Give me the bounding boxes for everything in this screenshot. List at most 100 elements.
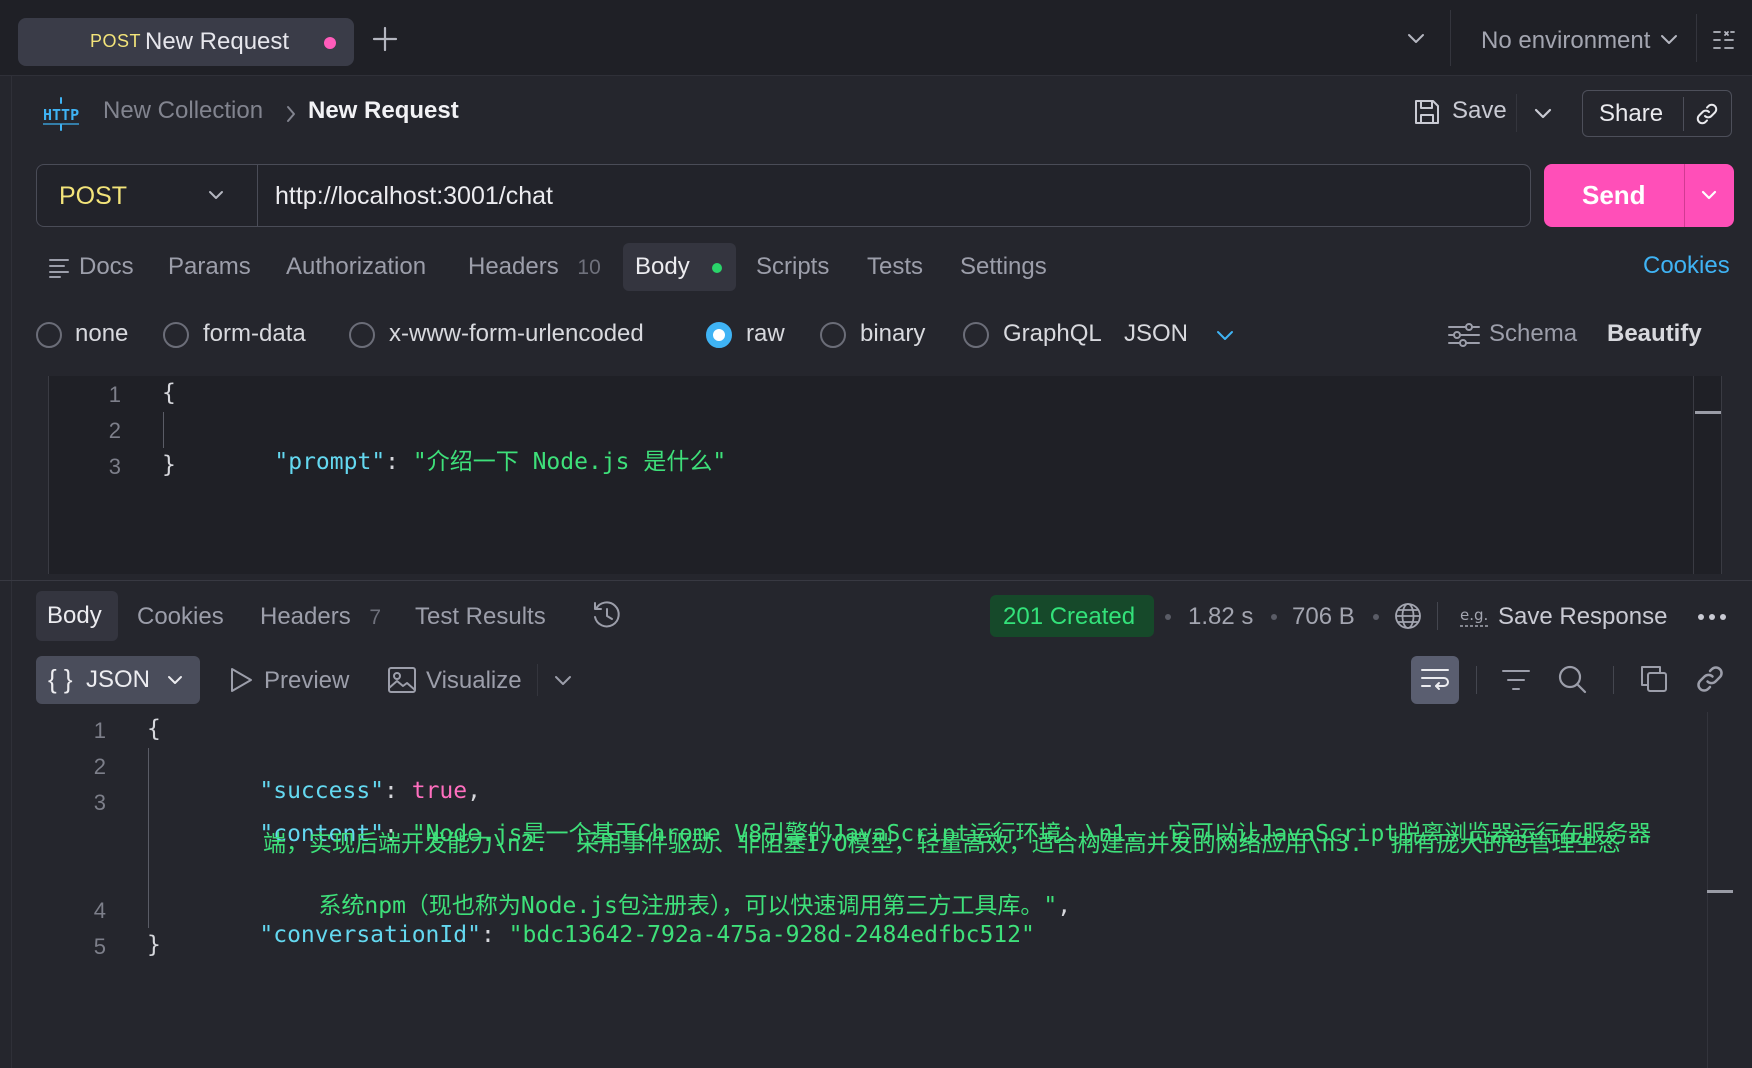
environment-settings-icon[interactable] <box>1712 28 1736 52</box>
response-tab-test-results[interactable]: Test Results <box>415 603 546 631</box>
tab-new-request[interactable]: POST New Request <box>18 18 354 66</box>
tab-headers-count: 10 <box>577 256 601 279</box>
radio-urlencoded[interactable] <box>349 322 375 348</box>
language-selector[interactable]: JSON <box>1124 320 1188 348</box>
schema-icon[interactable] <box>1447 321 1481 349</box>
radio-urlencoded-label[interactable]: x-www-form-urlencoded <box>389 320 644 348</box>
share-divider <box>1683 97 1684 131</box>
panel-divider[interactable] <box>0 580 1752 581</box>
schema-button[interactable]: Schema <box>1489 320 1577 348</box>
toolbar-divider <box>537 664 538 696</box>
radio-raw-label[interactable]: raw <box>746 320 785 348</box>
save-response-button[interactable]: Save Response <box>1498 603 1667 631</box>
code-close-brace: } <box>162 452 176 478</box>
more-options-icon[interactable] <box>1697 613 1727 621</box>
method-chevron-icon[interactable] <box>207 189 225 201</box>
indent-guide <box>163 412 164 448</box>
method-selector[interactable]: POST <box>59 182 127 211</box>
radio-raw[interactable] <box>706 322 732 348</box>
body-active-dot <box>712 263 722 273</box>
line-number: 1 <box>108 382 121 407</box>
response-tab-cookies[interactable]: Cookies <box>137 603 224 631</box>
svg-text:HTTP: HTTP <box>43 106 79 124</box>
play-icon[interactable] <box>228 666 254 694</box>
radio-none-label[interactable]: none <box>75 320 128 348</box>
response-format-selector[interactable]: { } JSON <box>36 656 200 704</box>
url-input[interactable] <box>275 179 1495 213</box>
radio-form-data-label[interactable]: form-data <box>203 320 306 348</box>
send-divider <box>1684 164 1685 227</box>
request-body-editor[interactable]: 1 2 3 { "prompt": "介绍一下 Node.js 是什么" } <box>48 376 1722 574</box>
tab-params[interactable]: Params <box>168 253 251 281</box>
tabbar-divider <box>1450 10 1451 66</box>
docs-icon <box>48 256 70 278</box>
globe-icon[interactable] <box>1393 601 1423 631</box>
meta-separator <box>1373 614 1379 620</box>
environment-chevron-icon[interactable] <box>1659 32 1679 46</box>
editor-scroll-marker[interactable] <box>1695 411 1721 414</box>
json-string-value: "介绍一下 Node.js 是什么" <box>412 449 727 475</box>
status-badge: 201 Created <box>990 595 1154 637</box>
json-key: "conversationId" <box>259 922 481 948</box>
send-options-chevron-icon[interactable] <box>1700 189 1718 201</box>
filter-icon[interactable] <box>1501 667 1531 693</box>
response-tab-headers[interactable]: Headers 7 <box>260 603 381 631</box>
tab-scripts[interactable]: Scripts <box>756 253 829 281</box>
share-button[interactable]: Share <box>1582 90 1732 137</box>
language-chevron-icon[interactable] <box>1215 328 1235 342</box>
send-button[interactable]: Send <box>1544 164 1734 227</box>
radio-binary[interactable] <box>820 322 846 348</box>
code-close-brace: } <box>147 932 161 958</box>
tab-headers[interactable]: Headers 10 <box>468 253 601 281</box>
tab-body[interactable]: Body <box>623 243 736 291</box>
indent-guide <box>148 748 149 928</box>
meta-separator <box>1271 614 1277 620</box>
unsaved-indicator <box>324 37 336 49</box>
radio-graphql[interactable] <box>963 322 989 348</box>
search-icon[interactable] <box>1557 664 1587 694</box>
radio-form-data[interactable] <box>163 322 189 348</box>
tab-docs[interactable]: Docs <box>79 253 134 281</box>
breadcrumb-request[interactable]: New Request <box>308 97 459 125</box>
environment-selector[interactable]: No environment <box>1481 27 1650 55</box>
response-body-viewer[interactable]: 1 2 3 4 5 { "success": true, "content": … <box>12 712 1733 1068</box>
line-number: 3 <box>93 790 106 815</box>
visualize-chevron-icon[interactable] <box>553 673 573 687</box>
new-tab-plus-icon[interactable] <box>372 26 398 52</box>
copy-link-icon[interactable] <box>1695 102 1719 126</box>
radio-graphql-label[interactable]: GraphQL <box>1003 320 1102 348</box>
preview-button[interactable]: Preview <box>264 667 349 695</box>
save-divider <box>1516 94 1517 132</box>
radio-none[interactable] <box>36 322 62 348</box>
tab-tests[interactable]: Tests <box>867 253 923 281</box>
json-string-value: "bdc13642-792a-475a-928d-2484edfbc512" <box>508 922 1035 948</box>
save-response-icon[interactable]: e.g. <box>1459 602 1491 630</box>
response-time: 1.82 s <box>1188 603 1254 630</box>
save-options-chevron-icon[interactable] <box>1533 106 1553 120</box>
tab-settings[interactable]: Settings <box>960 253 1047 281</box>
code-open-brace: { <box>147 716 161 742</box>
tab-authorization[interactable]: Authorization <box>286 253 426 281</box>
wrap-lines-icon <box>1420 666 1450 694</box>
tabs-dropdown-chevron-icon[interactable] <box>1405 30 1427 46</box>
code-line-conversation: "conversationId": "bdc13642-792a-475a-92… <box>259 922 1035 948</box>
response-tab-headers-label: Headers <box>260 603 351 630</box>
cookies-link[interactable]: Cookies <box>1643 252 1730 280</box>
response-scroll-marker[interactable] <box>1707 890 1733 893</box>
breadcrumb-collection[interactable]: New Collection <box>103 97 263 125</box>
history-icon[interactable] <box>591 600 623 632</box>
beautify-button[interactable]: Beautify <box>1607 320 1702 348</box>
image-icon[interactable] <box>387 666 417 694</box>
wrap-lines-button[interactable] <box>1411 656 1459 704</box>
toolbar-divider <box>1613 666 1614 694</box>
save-button[interactable]: Save <box>1452 97 1507 125</box>
radio-binary-label[interactable]: binary <box>860 320 925 348</box>
save-icon[interactable] <box>1413 98 1441 126</box>
editor-scrollbar-track <box>1693 376 1694 574</box>
url-bar: POST <box>36 164 1531 227</box>
response-link-icon[interactable] <box>1695 664 1725 694</box>
breadcrumb-chevron-icon <box>285 104 297 124</box>
copy-icon[interactable] <box>1639 664 1669 694</box>
response-tab-body[interactable]: Body <box>36 591 118 641</box>
visualize-button[interactable]: Visualize <box>426 667 522 695</box>
